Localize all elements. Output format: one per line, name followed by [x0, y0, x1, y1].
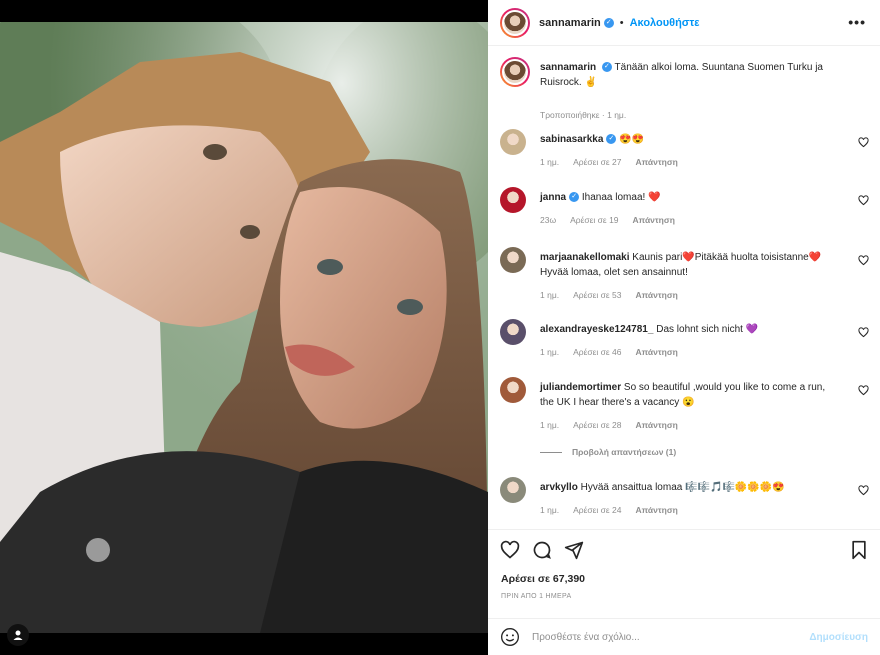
verified-badge-icon: ✓: [603, 17, 614, 28]
emoji-smiley-icon[interactable]: [500, 627, 520, 647]
reply-button[interactable]: Απάντηση: [636, 157, 678, 167]
comment-row: marjaanakellomaki Kaunis pari❤️Pitäkää h…: [500, 247, 875, 307]
reply-button[interactable]: Απάντηση: [636, 505, 678, 515]
avatar[interactable]: [500, 247, 526, 273]
author-username[interactable]: sannamarin: [539, 17, 601, 29]
comment-like-heart-icon[interactable]: [858, 255, 869, 266]
comment-likes[interactable]: Αρέσει σε 19: [570, 215, 618, 225]
avatar[interactable]: [500, 129, 526, 155]
follow-button[interactable]: Ακολουθήστε: [630, 17, 700, 29]
separator-dot: •: [619, 16, 624, 29]
verified-badge-icon: ✓: [606, 134, 617, 145]
caption-row: sannamarin ✓ Tänään alkoi loma. Suuntana…: [500, 57, 875, 120]
comment-body: Hyvää ansaittua lomaa 🎼🎼🎵🎼🌼🌼🌼😍: [580, 482, 785, 493]
post-photo[interactable]: [0, 22, 488, 633]
comment-likes[interactable]: Αρέσει σε 46: [573, 347, 621, 357]
comment-text: janna ✓ Ihanaa lomaa! ❤️: [540, 190, 840, 205]
comment-row: juliandemortimer So so beautiful ,would …: [500, 377, 875, 437]
view-replies-button[interactable]: Προβολή απαντήσεων (1): [540, 447, 676, 457]
comment-meta: 1 ημ. Αρέσει σε 24 Απάντηση: [540, 505, 692, 515]
comment-time: 1 ημ.: [540, 420, 560, 430]
instagram-post-view: sannamarin ✓ • Ακολουθήστε ••• sannamari…: [0, 0, 880, 655]
comment-text: marjaanakellomaki Kaunis pari❤️Pitäkää h…: [540, 250, 840, 280]
reply-button[interactable]: Απάντηση: [636, 420, 678, 430]
comment-body: Das lohnt sich nicht 💜: [656, 324, 759, 335]
comment-text: arvkyllo Hyvää ansaittua lomaa 🎼🎼🎵🎼🌼🌼🌼😍: [540, 480, 840, 495]
comment-like-heart-icon[interactable]: [858, 195, 869, 206]
comment-time: 1 ημ.: [540, 347, 560, 357]
comment-input[interactable]: Προσθέστε ένα σχόλιο...: [532, 632, 809, 643]
selfie-photo: [0, 22, 488, 633]
post-sidebar: sannamarin ✓ • Ακολουθήστε ••• sannamari…: [488, 0, 880, 655]
comment-username[interactable]: arvkyllo: [540, 482, 578, 493]
comment-text: sabinasarkka ✓ 😍😍: [540, 132, 840, 147]
post-comment-button[interactable]: Δημοσίευση: [809, 632, 868, 643]
likes-count[interactable]: Αρέσει σε 67,390: [501, 573, 585, 585]
view-replies-label: Προβολή απαντήσεων (1): [572, 447, 677, 457]
comment-username[interactable]: marjaanakellomaki: [540, 252, 630, 263]
avatar[interactable]: [500, 319, 526, 345]
comment-username[interactable]: sabinasarkka: [540, 134, 603, 145]
comment-username[interactable]: juliandemortimer: [540, 382, 621, 393]
comment-likes[interactable]: Αρέσει σε 28: [573, 420, 621, 430]
user-icon: [13, 630, 23, 640]
comment-username[interactable]: alexandrayeske124781_: [540, 324, 653, 335]
comment-time: 23ω: [540, 215, 557, 225]
comment-time: 1 ημ.: [540, 505, 560, 515]
reply-button[interactable]: Απάντηση: [636, 347, 678, 357]
caption-text: sannamarin ✓ Tänään alkoi loma. Suuntana…: [540, 60, 840, 90]
comment-text: alexandrayeske124781_ Das lohnt sich nic…: [540, 322, 840, 337]
divider-line: [540, 451, 562, 453]
share-paper-plane-icon[interactable]: [564, 540, 584, 560]
avatar[interactable]: [500, 57, 530, 87]
save-bookmark-icon[interactable]: [850, 540, 868, 560]
comment-body: 😍😍: [619, 134, 645, 145]
comment-meta: 1 ημ. Αρέσει σε 27 Απάντηση: [540, 157, 692, 167]
comment-like-heart-icon[interactable]: [858, 137, 869, 148]
comment-meta: 1 ημ. Αρέσει σε 28 Απάντηση: [540, 420, 692, 430]
comment-likes[interactable]: Αρέσει σε 53: [573, 290, 621, 300]
comment-like-heart-icon[interactable]: [858, 385, 869, 396]
more-options-button[interactable]: •••: [848, 14, 866, 30]
avatar[interactable]: [500, 7, 530, 38]
comment-row: alexandrayeske124781_ Das lohnt sich nic…: [500, 319, 875, 364]
post-media: [0, 0, 488, 655]
comment-like-heart-icon[interactable]: [858, 327, 869, 338]
verified-badge-icon: ✓: [569, 192, 580, 203]
reply-button[interactable]: Απάντηση: [633, 215, 675, 225]
avatar[interactable]: [500, 377, 526, 403]
comment-time: 1 ημ.: [540, 290, 560, 300]
verified-badge-icon: ✓: [601, 62, 612, 73]
tagged-user-button[interactable]: [7, 624, 29, 646]
comment-meta: 1 ημ. Αρέσει σε 46 Απάντηση: [540, 347, 692, 357]
comment-time: 1 ημ.: [540, 157, 560, 167]
comment-likes[interactable]: Αρέσει σε 27: [573, 157, 621, 167]
comment-row: arvkyllo Hyvää ansaittua lomaa 🎼🎼🎵🎼🌼🌼🌼😍 1…: [500, 477, 875, 522]
comments-list[interactable]: sannamarin ✓ Tänään alkoi loma. Suuntana…: [488, 47, 880, 529]
add-comment-bar: Προσθέστε ένα σχόλιο... Δημοσίευση: [488, 618, 880, 655]
post-header: sannamarin ✓ • Ακολουθήστε •••: [488, 0, 880, 46]
post-actions: Αρέσει σε 67,390 ΠΡΙΝ ΑΠΟ 1 ΗΜΕΡΑ: [488, 529, 880, 618]
comment-text: juliandemortimer So so beautiful ,would …: [540, 380, 840, 410]
comment-row: sabinasarkka ✓ 😍😍 1 ημ. Αρέσει σε 27 Απάντησ…: [500, 129, 875, 174]
like-heart-icon[interactable]: [500, 540, 520, 560]
post-timestamp: ΠΡΙΝ ΑΠΟ 1 ΗΜΕΡΑ: [501, 593, 572, 600]
avatar[interactable]: [500, 477, 526, 503]
comment-row: janna ✓ Ihanaa lomaa! ❤️ 23ω Αρέσει σε 19 Απ…: [500, 187, 875, 232]
comment-username[interactable]: janna: [540, 192, 566, 203]
comment-bubble-icon[interactable]: [532, 540, 552, 560]
comment-meta: 23ω Αρέσει σε 19 Απάντηση: [540, 215, 689, 225]
caption-meta: Τροποποιήθηκε · 1 ημ.: [540, 110, 627, 120]
comment-likes[interactable]: Αρέσει σε 24: [573, 505, 621, 515]
comment-body: Ihanaa lomaa! ❤️: [581, 192, 661, 203]
comment-meta: 1 ημ. Αρέσει σε 53 Απάντηση: [540, 290, 692, 300]
avatar[interactable]: [500, 187, 526, 213]
reply-button[interactable]: Απάντηση: [636, 290, 678, 300]
comment-like-heart-icon[interactable]: [858, 485, 869, 496]
caption-username[interactable]: sannamarin: [540, 62, 596, 73]
